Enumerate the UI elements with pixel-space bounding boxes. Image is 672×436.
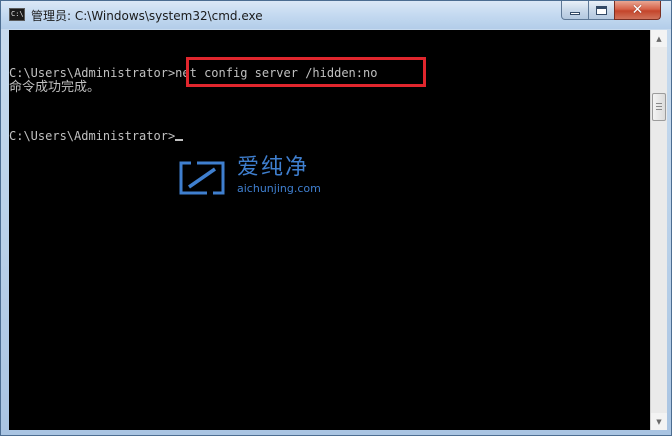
scroll-down-arrow-icon[interactable]: ▼ <box>651 413 667 430</box>
watermark-title: 爱纯净 <box>237 155 310 180</box>
vertical-scrollbar[interactable]: ▲ ▼ <box>650 30 667 430</box>
cmd-icon-label: C:\ <box>11 10 24 18</box>
prompt-text: C:\Users\Administrator> <box>9 129 176 143</box>
text-cursor <box>175 139 184 141</box>
close-button[interactable]: ✕ <box>614 1 661 20</box>
command-highlight-box <box>186 57 426 87</box>
title-bar[interactable]: C:\ 管理员: C:\Windows\system32\cmd.exe ✕ <box>1 1 671 29</box>
window-title: 管理员: C:\Windows\system32\cmd.exe <box>31 9 263 23</box>
minimize-button[interactable] <box>561 1 589 20</box>
maximize-icon <box>596 5 607 15</box>
thumb-grip-line <box>656 106 662 107</box>
close-icon: ✕ <box>631 2 644 18</box>
watermark-url: aichunjing.com <box>237 182 321 195</box>
cmd-window: C:\ 管理员: C:\Windows\system32\cmd.exe ✕ C… <box>0 0 672 436</box>
command-output: 命令成功完成。 <box>9 80 101 95</box>
console-area[interactable]: C:\Users\Administrator>net config server… <box>9 30 650 430</box>
maximize-button[interactable] <box>588 1 615 20</box>
minimize-icon <box>570 11 580 15</box>
cmd-app-icon[interactable]: C:\ <box>9 8 25 21</box>
scroll-thumb[interactable] <box>652 93 666 121</box>
watermark-logo-icon <box>179 161 225 195</box>
watermark: 爱纯净 aichunjing.com <box>177 155 337 200</box>
prompt-line: C:\Users\Administrator> <box>9 129 184 143</box>
thumb-grip-line <box>656 103 662 104</box>
thumb-grip-line <box>656 109 662 110</box>
scroll-up-arrow-icon[interactable]: ▲ <box>651 30 667 47</box>
